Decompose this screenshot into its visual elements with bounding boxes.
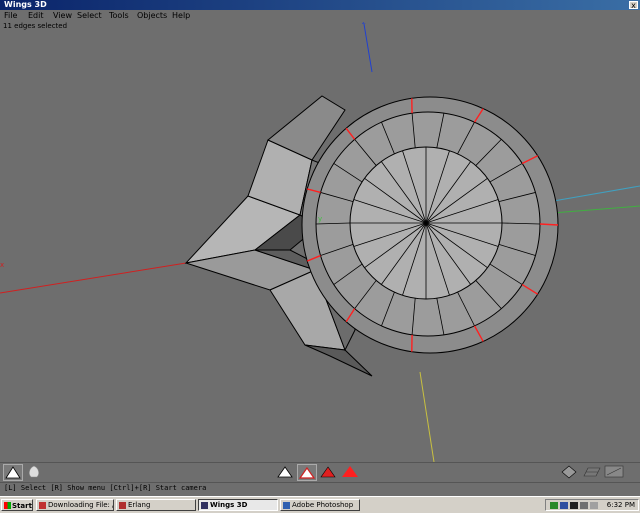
menu-objects[interactable]: Objects xyxy=(137,10,167,22)
selection-status: 11 edges selected xyxy=(3,22,67,30)
close-button[interactable]: x xyxy=(629,1,638,9)
tray-icon[interactable] xyxy=(580,502,588,509)
body-mode-button[interactable] xyxy=(341,464,361,481)
task-downloading[interactable]: Downloading File: /wings/... xyxy=(36,499,114,511)
start-button[interactable]: Start xyxy=(1,499,33,511)
menu-tools[interactable]: Tools xyxy=(109,10,129,22)
viewport-3d[interactable]: z y x xyxy=(0,0,640,462)
photoshop-icon xyxy=(283,502,290,509)
help-bar: [L] Select [R] Show menu [Ctrl]+[R] Star… xyxy=(0,482,640,494)
task-label: Erlang xyxy=(128,501,150,509)
menu-select[interactable]: Select xyxy=(77,10,102,22)
z-axis-line xyxy=(364,24,372,72)
help-text: [L] Select [R] Show menu [Ctrl]+[R] Star… xyxy=(4,483,206,494)
mesh-face xyxy=(305,345,372,376)
menu-bar: File Edit View Select Tools Objects Help xyxy=(0,10,640,22)
start-label: Start xyxy=(12,502,32,510)
erlang-icon xyxy=(119,502,126,509)
face-mode-button[interactable] xyxy=(319,464,339,481)
menu-view[interactable]: View xyxy=(53,10,72,22)
task-label: Adobe Photoshop xyxy=(292,501,353,509)
wings-icon xyxy=(201,502,208,509)
tray-icon[interactable] xyxy=(570,502,578,509)
tray-icon[interactable] xyxy=(560,502,568,509)
axis-x-label: x xyxy=(0,261,4,269)
task-label: Downloading File: /wings/... xyxy=(48,501,114,509)
tray-icon[interactable] xyxy=(590,502,598,509)
edge-mode-button[interactable] xyxy=(297,464,317,481)
x-axis-line xyxy=(0,263,186,293)
task-photoshop[interactable]: Adobe Photoshop xyxy=(280,499,360,511)
task-label: Wings 3D xyxy=(210,501,247,509)
axes-toggle-button[interactable] xyxy=(604,464,624,481)
selected-edge[interactable] xyxy=(540,224,558,225)
shaded-toggle-button[interactable] xyxy=(25,464,45,481)
icon-bar xyxy=(0,462,640,483)
tray-icon[interactable] xyxy=(550,502,558,509)
menu-edit[interactable]: Edit xyxy=(28,10,44,22)
menu-help[interactable]: Help xyxy=(172,10,190,22)
wireframe-toggle-button[interactable] xyxy=(560,464,580,481)
menu-file[interactable]: File xyxy=(4,10,17,22)
system-tray: 6:32 PM xyxy=(545,499,639,511)
windows-taskbar: Start Downloading File: /wings/... Erlan… xyxy=(0,496,640,513)
windows-flag-icon xyxy=(4,502,11,509)
axis-y-label: y xyxy=(318,215,322,223)
smooth-preview-button[interactable] xyxy=(3,464,23,481)
vertex-mode-button[interactable] xyxy=(276,464,296,481)
browser-icon xyxy=(39,502,46,509)
ground-grid-button[interactable] xyxy=(582,464,602,481)
window-title: Wings 3D xyxy=(4,0,47,10)
y-axis-line xyxy=(420,372,434,462)
clock: 6:32 PM xyxy=(607,500,635,511)
window-title-bar[interactable]: Wings 3D x xyxy=(0,0,640,10)
task-erlang[interactable]: Erlang xyxy=(116,499,196,511)
task-wings3d[interactable]: Wings 3D xyxy=(198,499,278,511)
